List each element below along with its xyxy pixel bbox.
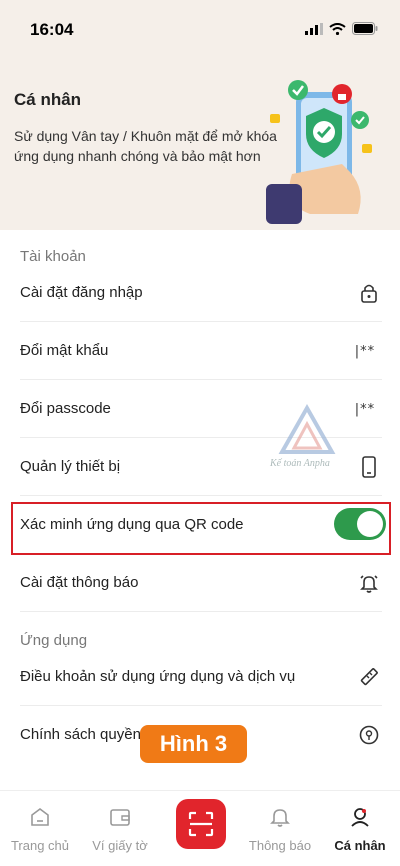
status-icons (305, 22, 378, 35)
phone-icon (358, 456, 380, 478)
nav-profile[interactable]: Cá nhân (320, 805, 400, 853)
signal-icon (305, 22, 323, 35)
profile-hero: Cá nhân Sử dụng Vân tay / Khuôn mặt để m… (0, 54, 400, 230)
row-terms[interactable]: Điều khoản sử dụng ứng dụng và dịch vụ (20, 648, 382, 706)
bell-icon (270, 809, 290, 827)
row-login-settings[interactable]: Cài đặt đăng nhập (20, 264, 382, 322)
row-label: Cài đặt thông báo (20, 574, 139, 591)
nav-label: Thông báo (248, 838, 312, 853)
nav-notifications[interactable]: Thông báo (240, 805, 320, 853)
status-time: 16:04 (30, 20, 74, 39)
hero-description: Sử dụng Vân tay / Khuôn mặt để mở khóa ứ… (14, 128, 277, 164)
qr-scan-icon (188, 811, 214, 837)
row-label: Quản lý thiết bị (20, 458, 121, 475)
battery-icon (352, 22, 378, 35)
section-title-app: Ứng dụng (20, 632, 88, 649)
bell-ring-icon (358, 572, 380, 594)
row-notification-settings[interactable]: Cài đặt thông báo (20, 554, 382, 612)
watermark-logo-icon: Kế toán Anpha (269, 403, 336, 469)
status-bar: 16:04 (0, 0, 400, 54)
wallet-icon (110, 809, 130, 826)
wifi-icon (329, 22, 346, 35)
profile-icon (351, 808, 369, 827)
passcode-icon: |** (354, 401, 376, 417)
nav-home[interactable]: Trang chủ (0, 805, 80, 853)
row-label: Đổi passcode (20, 400, 111, 417)
row-label: Cài đặt đăng nhập (20, 284, 143, 301)
nav-label: Ví giấy tờ (92, 838, 148, 853)
nav-label: Trang chủ (10, 838, 70, 853)
svg-text:Kế toán Anpha: Kế toán Anpha (269, 458, 330, 469)
page-title: Cá nhân (14, 90, 82, 109)
privacy-icon (358, 724, 380, 746)
section-title-account: Tài khoản (20, 248, 86, 265)
lock-icon (358, 282, 380, 304)
row-label: Điều khoản sử dụng ứng dụng và dịch vụ (20, 668, 296, 685)
biometric-illustration-icon (266, 80, 372, 224)
nav-label: Cá nhân (334, 838, 386, 853)
highlight-box (11, 502, 391, 555)
qr-scan-button[interactable] (176, 799, 226, 849)
password-icon: |** (354, 343, 376, 359)
row-change-password[interactable]: Đổi mật khẩu |** (20, 322, 382, 380)
bottom-nav: Trang chủ Ví giấy tờ Thông báo Cá nhân (0, 790, 400, 866)
row-label: Chính sách quyền r (20, 726, 151, 743)
row-label: Đổi mật khẩu (20, 342, 109, 359)
home-icon (31, 808, 49, 826)
nav-wallet[interactable]: Ví giấy tờ (80, 805, 160, 853)
ruler-icon (358, 666, 380, 688)
figure-badge: Hình 3 (140, 725, 247, 763)
